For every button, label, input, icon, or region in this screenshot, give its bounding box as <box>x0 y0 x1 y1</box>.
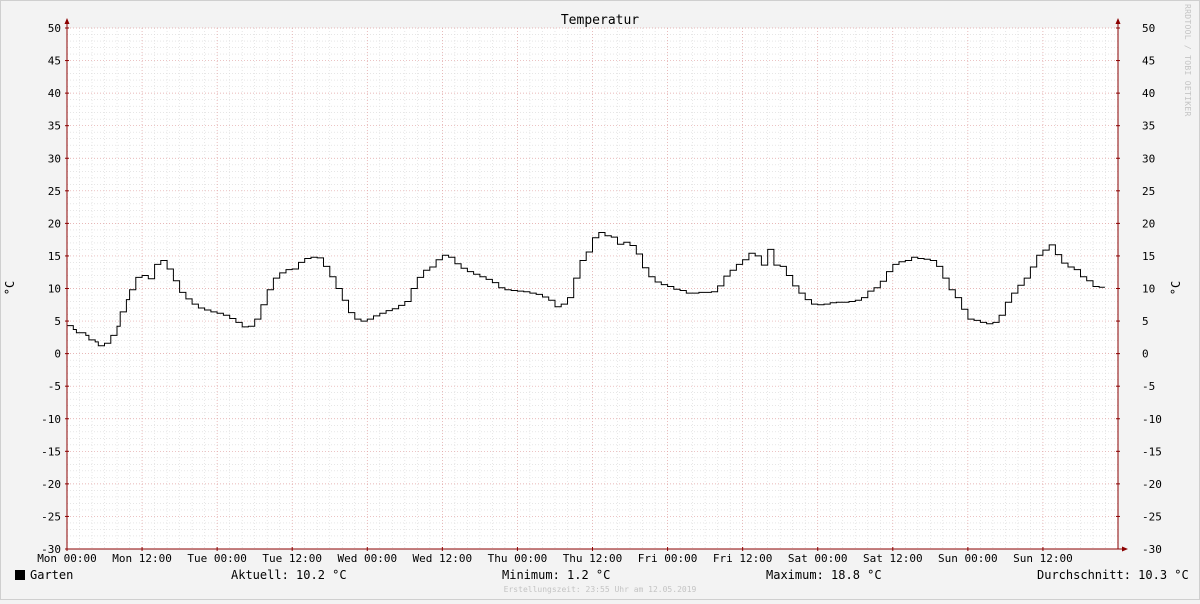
chart-title: Temperatur <box>561 13 639 28</box>
rrdtool-watermark: RRDTOOL / TOBI OETIKER <box>1183 4 1192 117</box>
temperature-chart: 50 5045 4540 4035 3530 3025 2520 2015 1510 105 50 0… <box>0 0 1200 600</box>
y-tick-label-right: 25 <box>1142 185 1155 198</box>
y-tick-label-left: 30 <box>48 152 61 165</box>
y-tick-label-left: 35 <box>48 120 61 133</box>
x-tick-label: Sun 12:00 <box>1013 552 1073 565</box>
y-tick-label-left: 10 <box>48 283 61 296</box>
y-tick-label-right: -20 <box>1142 478 1162 491</box>
x-tick-label: Thu 12:00 <box>563 552 623 565</box>
y-tick-label-right: 40 <box>1142 87 1155 100</box>
y-tick-label-left: 40 <box>48 87 61 100</box>
legend-minimum: Minimum: 1.2 °C <box>502 568 611 582</box>
y-tick-label-left: 20 <box>48 217 61 230</box>
y-tick-label-left: -20 <box>41 478 61 491</box>
y-tick-label-left: -5 <box>48 380 61 393</box>
legend-maximum: Maximum: 18.8 °C <box>766 568 882 582</box>
y-tick-label-right: 30 <box>1142 152 1155 165</box>
legend-series-name: Garten <box>30 568 74 582</box>
y-axis-label-right: °C <box>1169 281 1183 295</box>
y-tick-label-left: -10 <box>41 413 61 426</box>
y-tick-label-left: 45 <box>48 55 61 68</box>
x-tick-label: Sat 00:00 <box>788 552 848 565</box>
legend-aktuell: Aktuell: 10.2 °C <box>231 568 347 582</box>
x-tick-label: Wed 12:00 <box>413 552 473 565</box>
y-tick-label-right: -25 <box>1142 510 1162 523</box>
y-tick-label-right: 15 <box>1142 250 1155 263</box>
y-tick-label-right: -5 <box>1142 380 1155 393</box>
x-tick-label: Tue 12:00 <box>262 552 322 565</box>
y-tick-label-right: -30 <box>1142 543 1162 556</box>
x-tick-label: Sun 00:00 <box>938 552 998 565</box>
creation-timestamp: Erstellungszeit: 23:55 Uhr am 12.05.2019 <box>503 585 697 594</box>
y-tick-label-left: -25 <box>41 510 61 523</box>
y-tick-label-left: 50 <box>48 22 61 35</box>
y-tick-label-right: 10 <box>1142 283 1155 296</box>
x-tick-label: Wed 00:00 <box>337 552 397 565</box>
y-tick-label-right: 20 <box>1142 217 1155 230</box>
y-tick-label-right: -15 <box>1142 445 1162 458</box>
y-tick-label-right: 50 <box>1142 22 1155 35</box>
x-tick-label: Tue 00:00 <box>187 552 247 565</box>
y-tick-label-left: 5 <box>54 315 61 328</box>
x-tick-label: Mon 00:00 <box>37 552 97 565</box>
x-tick-label: Thu 00:00 <box>488 552 548 565</box>
x-tick-label: Fri 12:00 <box>713 552 773 565</box>
y-axis-label-left: °C <box>3 281 17 295</box>
y-tick-label-left: 15 <box>48 250 61 263</box>
y-tick-label-right: 0 <box>1142 348 1149 361</box>
y-tick-label-left: -15 <box>41 445 61 458</box>
legend-swatch-garten <box>15 570 25 580</box>
y-tick-label-right: -10 <box>1142 413 1162 426</box>
x-tick-label: Mon 12:00 <box>112 552 172 565</box>
x-tick-label: Sat 12:00 <box>863 552 923 565</box>
y-tick-label-left: 0 <box>54 348 61 361</box>
x-tick-label: Fri 00:00 <box>638 552 698 565</box>
y-tick-label-right: 5 <box>1142 315 1149 328</box>
legend-durchschnitt: Durchschnitt: 10.3 °C <box>1037 568 1189 582</box>
y-tick-label-right: 45 <box>1142 55 1155 68</box>
y-tick-label-right: 35 <box>1142 120 1155 133</box>
chart-frame: 50 50 45 45 40 40 35 35 30 30 25 25 20 20 15 15 10 10 5 5 0 0… <box>0 0 1200 600</box>
y-tick-label-left: 25 <box>48 185 61 198</box>
